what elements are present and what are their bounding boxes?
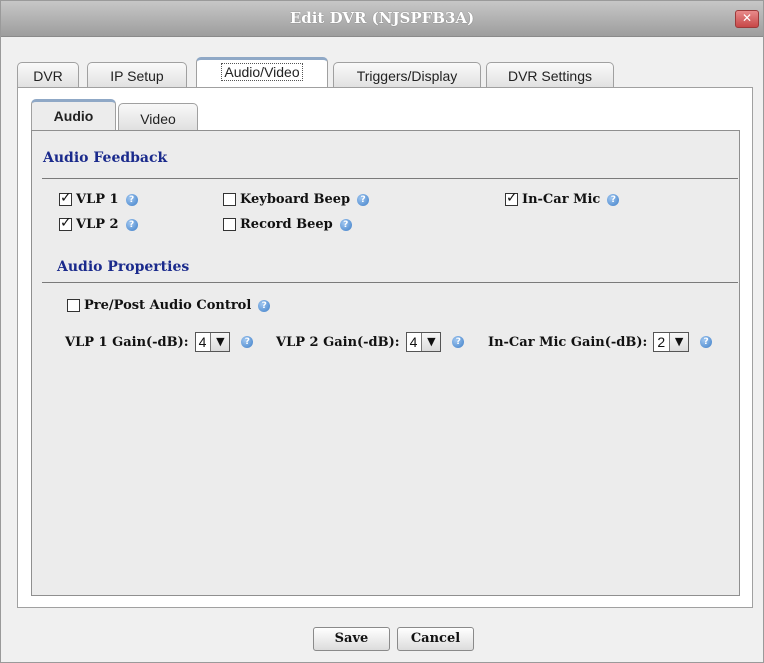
incar-gain-select[interactable]: 2 ▼ <box>653 332 690 352</box>
incar-gain-label: In-Car Mic Gain(-dB): <box>488 334 648 350</box>
cancel-button[interactable]: Cancel <box>397 627 474 651</box>
record-beep-row: Record Beep ? <box>223 217 352 232</box>
subtab-video[interactable]: Video <box>118 103 198 132</box>
pre-post-row: Pre/Post Audio Control ? <box>67 298 271 313</box>
vlp2-checkbox-row: VLP 2 ? <box>59 215 138 232</box>
audio-panel: Audio Feedback VLP 1 ? VLP 2 ? Keyboard … <box>31 130 740 596</box>
record-beep-checkbox[interactable] <box>223 218 236 231</box>
vlp1-gain-label: VLP 1 Gain(-dB): <box>65 334 189 350</box>
save-button[interactable]: Save <box>313 627 390 651</box>
help-icon[interactable]: ? <box>357 193 370 206</box>
incar-mic-row: In-Car Mic ? <box>505 190 620 207</box>
subtab-label: Audio <box>53 108 94 124</box>
subtab-audio[interactable]: Audio <box>31 99 116 131</box>
vlp1-checkbox[interactable] <box>59 190 72 206</box>
vlp2-gain-label: VLP 2 Gain(-dB): <box>276 334 400 350</box>
incar-mic-label: In-Car Mic <box>522 192 601 207</box>
help-icon[interactable]: ? <box>241 336 254 348</box>
vlp2-checkbox[interactable] <box>59 215 72 231</box>
chevron-down-icon: ▼ <box>421 333 441 351</box>
tab-label: DVR Settings <box>507 68 593 84</box>
help-icon[interactable]: ? <box>607 193 620 206</box>
help-icon[interactable]: ? <box>125 193 138 206</box>
audio-properties-title: Audio Properties <box>57 259 190 275</box>
tab-label: DVR <box>33 68 63 84</box>
help-icon[interactable]: ? <box>339 218 352 231</box>
pre-post-label: Pre/Post Audio Control <box>84 298 252 313</box>
keyboard-beep-checkbox[interactable] <box>223 193 236 206</box>
select-value: 4 <box>198 334 207 350</box>
chevron-down-icon: ▼ <box>210 333 230 351</box>
window-title: Edit DVR (NJSPFB3A) <box>289 9 475 27</box>
select-value: 2 <box>657 334 666 350</box>
tab-dvr[interactable]: DVR <box>17 62 79 87</box>
edit-dvr-dialog: Edit DVR (NJSPFB3A) ✕ DVR IP Setup Audio… <box>0 0 764 663</box>
vlp2-gain-row: VLP 2 Gain(-dB): 4 ▼ ? <box>276 332 465 352</box>
help-icon[interactable]: ? <box>258 299 271 312</box>
vlp1-gain-row: VLP 1 Gain(-dB): 4 ▼ ? <box>65 332 254 352</box>
pre-post-checkbox[interactable] <box>67 299 80 312</box>
keyboard-beep-row: Keyboard Beep ? <box>223 192 370 207</box>
vlp2-label: VLP 2 <box>76 217 119 232</box>
vlp1-label: VLP 1 <box>76 192 119 207</box>
select-value: 4 <box>409 334 418 350</box>
tab-audio-video[interactable]: Audio/Video <box>196 57 328 87</box>
record-beep-label: Record Beep <box>240 217 333 232</box>
subtab-label: Video <box>140 111 176 127</box>
audio-feedback-title: Audio Feedback <box>43 150 168 166</box>
help-icon[interactable]: ? <box>125 218 138 231</box>
tab-label: IP Setup <box>110 68 164 84</box>
incar-mic-checkbox[interactable] <box>505 190 518 206</box>
tab-label: Audio/Video <box>221 63 303 81</box>
title-bar: Edit DVR (NJSPFB3A) ✕ <box>1 1 763 37</box>
tab-triggers-display[interactable]: Triggers/Display <box>333 62 481 87</box>
tab-ip-setup[interactable]: IP Setup <box>87 62 187 87</box>
chevron-down-icon: ▼ <box>669 333 689 351</box>
keyboard-beep-label: Keyboard Beep <box>240 192 351 207</box>
help-icon[interactable]: ? <box>700 336 713 348</box>
help-icon[interactable]: ? <box>452 336 465 348</box>
vlp1-checkbox-row: VLP 1 ? <box>59 190 138 207</box>
tab-label: Triggers/Display <box>356 68 458 84</box>
section-divider <box>42 282 738 283</box>
tab-dvr-settings[interactable]: DVR Settings <box>486 62 614 87</box>
section-divider <box>42 178 738 179</box>
incar-gain-row: In-Car Mic Gain(-dB): 2 ▼ ? <box>488 332 713 352</box>
close-icon[interactable]: ✕ <box>735 10 759 28</box>
vlp1-gain-select[interactable]: 4 ▼ <box>194 332 231 352</box>
vlp2-gain-select[interactable]: 4 ▼ <box>405 332 442 352</box>
